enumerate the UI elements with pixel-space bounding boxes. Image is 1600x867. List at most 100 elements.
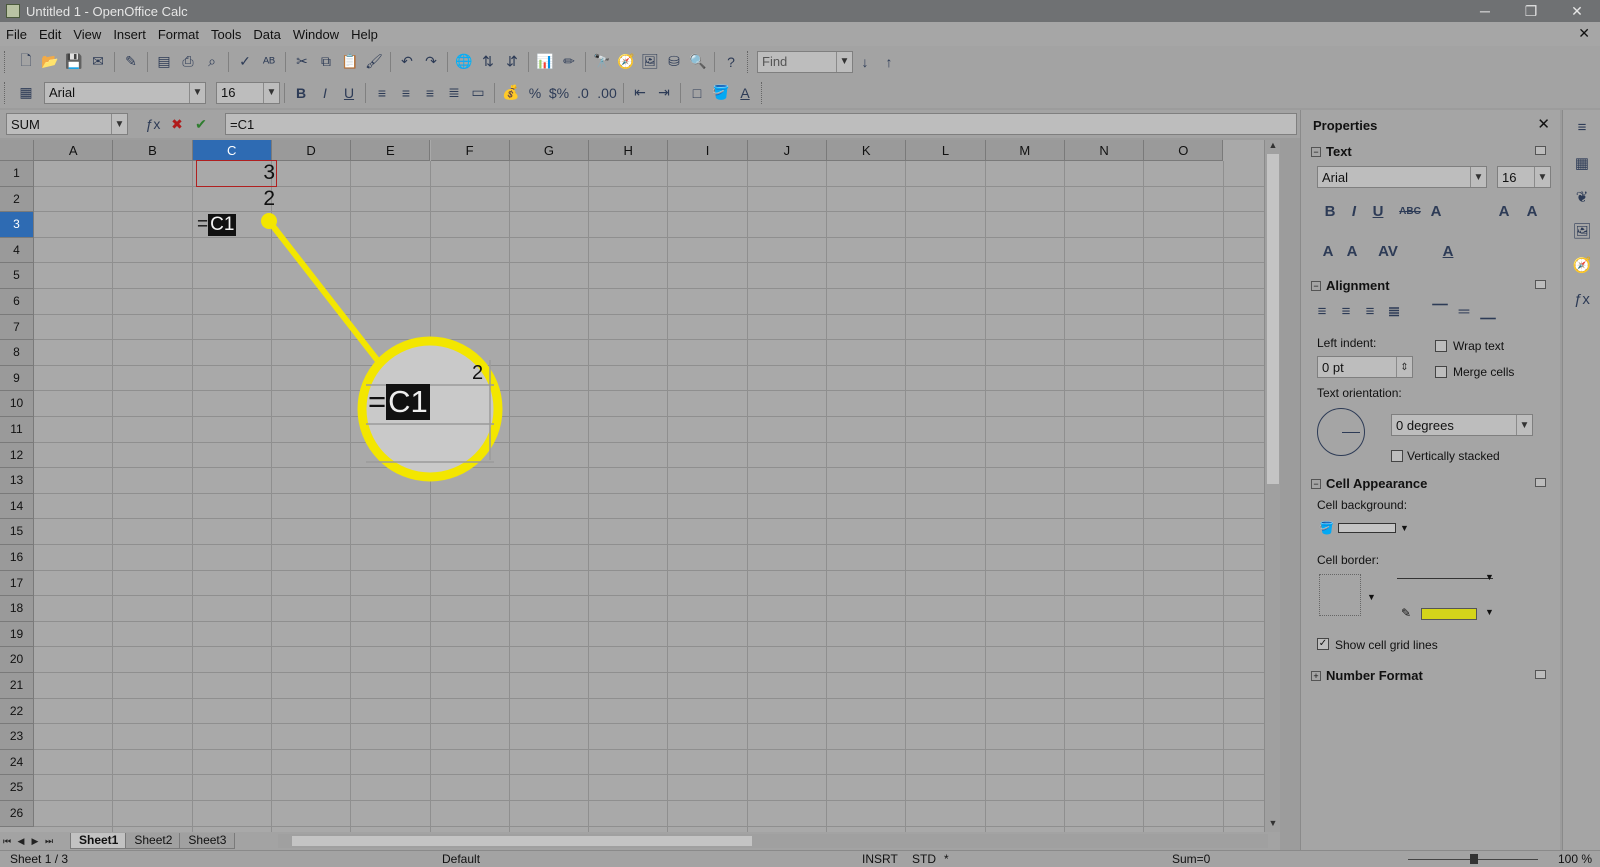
chevron-down-icon[interactable]: ▼	[1485, 607, 1494, 617]
superscript-icon[interactable]: A	[1317, 240, 1339, 262]
save-icon[interactable]: 💾	[63, 51, 85, 73]
print-icon[interactable]: ⎙	[177, 51, 199, 73]
print-preview-icon[interactable]: ⌕	[201, 51, 223, 73]
vertical-scroll-thumb[interactable]	[1267, 154, 1279, 484]
font-color-icon[interactable]: A	[734, 82, 756, 104]
sort-ascending-icon[interactable]: ⇅	[477, 51, 499, 73]
more-options-icon[interactable]	[1535, 280, 1546, 289]
scroll-up-icon[interactable]: ▲	[1265, 140, 1280, 154]
toolbar-grip[interactable]	[761, 81, 767, 104]
paste-icon[interactable]: 📋	[339, 51, 361, 73]
orientation-combo[interactable]: 0 degrees ▼	[1391, 414, 1533, 436]
add-decimal-icon[interactable]: .0	[572, 82, 594, 104]
bold-icon[interactable]: B	[1319, 200, 1341, 222]
orientation-dial[interactable]	[1317, 408, 1365, 456]
menu-tools[interactable]: Tools	[205, 27, 247, 42]
delete-decimal-icon[interactable]: .00	[596, 82, 618, 104]
align-bottom-icon[interactable]: ⎽	[1477, 300, 1499, 322]
scroll-down-icon[interactable]: ▼	[1265, 818, 1280, 832]
chevron-down-icon[interactable]: ▼	[189, 82, 205, 103]
undo-icon[interactable]: ↶	[396, 51, 418, 73]
align-top-icon[interactable]: ⎺	[1429, 300, 1451, 322]
section-alignment[interactable]: − Alignment	[1311, 278, 1390, 293]
function-wizard-icon[interactable]: ƒx	[142, 113, 164, 135]
sidebar-font-name[interactable]: Arial ▼	[1317, 166, 1487, 188]
close-document-icon[interactable]: ✕	[1578, 25, 1590, 42]
underline-icon[interactable]: U	[1367, 200, 1389, 222]
more-options-icon[interactable]	[1535, 146, 1546, 155]
italic-icon[interactable]: I	[1343, 200, 1365, 222]
border-preset-picker[interactable]	[1319, 574, 1361, 616]
toolbar-grip[interactable]	[4, 50, 10, 73]
chevron-down-icon[interactable]: ▼	[1534, 167, 1550, 187]
chevron-down-icon[interactable]: ▼	[1485, 572, 1494, 582]
styles-deck-icon[interactable]: ❦	[1571, 186, 1593, 208]
border-line-style[interactable]	[1397, 578, 1493, 579]
navigator-icon[interactable]: 🧭	[615, 51, 637, 73]
menu-help[interactable]: Help	[345, 27, 384, 42]
find-replace-icon[interactable]: 🔭	[591, 51, 613, 73]
percent-icon[interactable]: %	[524, 82, 546, 104]
accept-icon[interactable]: ✔	[190, 113, 212, 135]
properties-deck-icon[interactable]: ▦	[1571, 152, 1593, 174]
chevron-down-icon[interactable]: ▼	[1367, 592, 1376, 602]
italic-icon[interactable]: I	[314, 82, 336, 104]
align-middle-icon[interactable]: ═	[1453, 300, 1475, 322]
edit-file-icon[interactable]: ✎	[120, 51, 142, 73]
close-icon[interactable]: ✕	[1554, 0, 1600, 22]
previous-sheet-icon[interactable]: ◀	[14, 834, 28, 848]
wrap-text-checkbox[interactable]	[1435, 340, 1447, 352]
spellcheck-icon[interactable]: ✓	[234, 51, 256, 73]
bold-icon[interactable]: B	[290, 82, 312, 104]
more-options-icon[interactable]	[1535, 478, 1546, 487]
status-zoom[interactable]: 100 %	[1558, 852, 1592, 866]
align-center-icon[interactable]: ≡	[1335, 300, 1357, 322]
more-options-icon[interactable]	[1535, 670, 1546, 679]
show-grid-lines-checkbox[interactable]: ✓	[1317, 638, 1329, 650]
horizontal-scroll-thumb[interactable]	[292, 836, 752, 846]
chevron-down-icon[interactable]: ▼	[111, 114, 127, 134]
subscript-icon[interactable]: A	[1341, 240, 1363, 262]
status-selection-mode[interactable]: STD	[912, 852, 936, 866]
data-sources-icon[interactable]: ⛁	[663, 51, 685, 73]
gallery-icon[interactable]: 🖼	[639, 51, 661, 73]
find-field[interactable]: Find ▼	[757, 50, 853, 73]
gallery-deck-icon[interactable]: 🖼	[1571, 220, 1593, 242]
sidebar-font-size[interactable]: 16 ▼	[1497, 166, 1551, 188]
menu-file[interactable]: File	[0, 27, 33, 42]
align-center-icon[interactable]: ≡	[395, 82, 417, 104]
sidebar-menu-icon[interactable]: ≡	[1571, 116, 1593, 138]
justify-icon[interactable]: ≣	[443, 82, 465, 104]
spin-icon[interactable]: ⇕	[1396, 357, 1412, 377]
border-color-swatch[interactable]	[1421, 608, 1477, 620]
vertically-stacked-checkbox[interactable]	[1391, 450, 1403, 462]
font-name-combo[interactable]: Arial ▼	[44, 81, 206, 104]
menu-data[interactable]: Data	[247, 27, 286, 42]
merge-cells-icon[interactable]: ▭	[467, 82, 489, 104]
toolbar-grip[interactable]	[747, 50, 753, 73]
menu-edit[interactable]: Edit	[33, 27, 67, 42]
cancel-icon[interactable]: ✖	[166, 113, 188, 135]
section-number-format[interactable]: + Number Format	[1311, 668, 1423, 683]
font-size-combo[interactable]: 16 ▼	[216, 81, 280, 104]
section-text[interactable]: − Text	[1311, 144, 1352, 159]
decrease-indent-icon[interactable]: ⇤	[629, 82, 651, 104]
cut-icon[interactable]: ✂	[291, 51, 313, 73]
next-sheet-icon[interactable]: ▶	[28, 834, 42, 848]
export-pdf-icon[interactable]: ▤	[153, 51, 175, 73]
status-insert-mode[interactable]: INSRT	[862, 852, 898, 866]
align-left-icon[interactable]: ≡	[1311, 300, 1333, 322]
merge-cells-checkbox[interactable]	[1435, 366, 1447, 378]
restore-icon[interactable]: ❐	[1508, 0, 1554, 22]
character-spacing-icon[interactable]: AV	[1377, 240, 1399, 262]
underline-icon[interactable]: U	[338, 82, 360, 104]
status-page-style[interactable]: Default	[442, 852, 480, 866]
chevron-down-icon[interactable]: ▼	[836, 51, 852, 72]
last-sheet-icon[interactable]: ⏭	[42, 834, 56, 848]
close-icon[interactable]: ✕	[1537, 115, 1550, 133]
help-icon[interactable]: ?	[720, 51, 742, 73]
align-right-icon[interactable]: ≡	[419, 82, 441, 104]
email-icon[interactable]: ✉	[87, 51, 109, 73]
toolbar-grip[interactable]	[4, 81, 10, 104]
currency-icon[interactable]: 💰	[500, 82, 522, 104]
